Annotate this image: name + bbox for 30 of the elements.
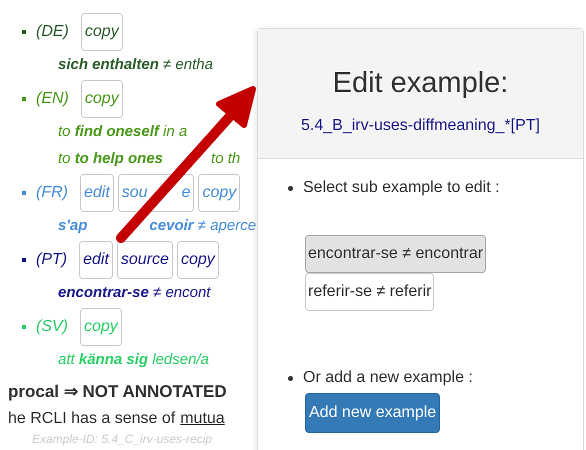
example-sentence: att känna sig ledsen/a [57, 350, 210, 370]
action-button[interactable]: copy [80, 13, 123, 51]
dialog-title: Edit example: [332, 67, 510, 100]
language-code: (FR) [36, 184, 68, 202]
language-code: (PT) [36, 251, 68, 269]
sub-example-option[interactable]: encontrar-se ≠ encontrar [305, 235, 486, 273]
language-code: (DE) [36, 23, 69, 41]
language-code: (SV) [36, 318, 68, 336]
description-text: he RCLI has a sense of [8, 409, 176, 429]
example-sentence: encontrar-se ≠ encont [57, 283, 212, 303]
example-name: 5.4_B_irv-uses-diffmeaning_*[PT] [300, 117, 541, 135]
instruction-text: Select sub example to edit : [303, 179, 500, 197]
example-sentence: sich enthalten ≠ entha [57, 55, 214, 75]
action-button[interactable]: source [116, 241, 173, 279]
example-sentence: to find oneself in a [57, 122, 188, 142]
action-button[interactable]: copy [80, 80, 123, 118]
action-button[interactable]: edit [79, 241, 113, 279]
bullet-icon [288, 186, 293, 190]
action-button[interactable]: copy [176, 241, 219, 279]
add-example-button[interactable]: Add new example [305, 393, 440, 433]
annotation-heading: procal ⇒ NOT ANNOTATED [7, 381, 228, 403]
example-sentence-fragment: cevoir ≠ aperce [149, 216, 256, 236]
link[interactable]: mutua [180, 406, 225, 432]
instruction-text: Or add a new example : [303, 369, 473, 387]
example-sentence-fragment: to th [211, 149, 240, 169]
bullet-icon [288, 376, 293, 380]
example-sentence-fragment: to to help ones [58, 149, 164, 169]
language-code: (EN) [36, 90, 69, 108]
sub-example-option[interactable]: referir-se ≠ referir [305, 273, 434, 311]
example-sentence-fragment: s'ap [58, 216, 88, 236]
